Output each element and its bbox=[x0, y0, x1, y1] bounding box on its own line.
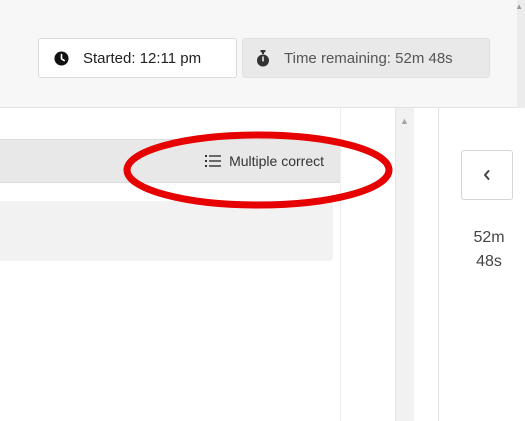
scroll-up-arrow-icon[interactable]: ▲ bbox=[515, 2, 523, 11]
chevron-left-icon bbox=[484, 170, 490, 180]
question-type-label: Multiple correct bbox=[229, 153, 324, 169]
main-scrollbar[interactable]: ▲ bbox=[395, 108, 414, 421]
quiz-header: Started: 12:11 pm Time remaining: 52m 48… bbox=[0, 0, 525, 108]
clock-icon bbox=[54, 50, 69, 66]
timer-seconds: 48s bbox=[476, 253, 502, 270]
collapse-panel-button[interactable] bbox=[461, 150, 513, 200]
list-icon bbox=[205, 154, 222, 168]
side-timer: 52m 48s bbox=[459, 226, 519, 274]
started-time-label: Started: 12:11 pm bbox=[83, 49, 202, 67]
scroll-up-arrow-icon[interactable]: ▲ bbox=[400, 116, 409, 126]
content-divider bbox=[340, 108, 341, 421]
answer-option[interactable] bbox=[0, 201, 333, 261]
started-time-badge: Started: 12:11 pm bbox=[38, 38, 237, 78]
stopwatch-icon bbox=[256, 49, 270, 67]
question-area: Multiple correct bbox=[0, 108, 395, 421]
timer-minutes: 52m bbox=[473, 229, 505, 246]
header-scrollbar-track[interactable] bbox=[517, 0, 525, 108]
time-remaining-badge: Time remaining: 52m 48s bbox=[242, 38, 490, 78]
question-type-bar: Multiple correct bbox=[0, 139, 340, 183]
side-panel: 52m 48s bbox=[438, 108, 525, 421]
time-remaining-label: Time remaining: 52m 48s bbox=[284, 49, 453, 67]
